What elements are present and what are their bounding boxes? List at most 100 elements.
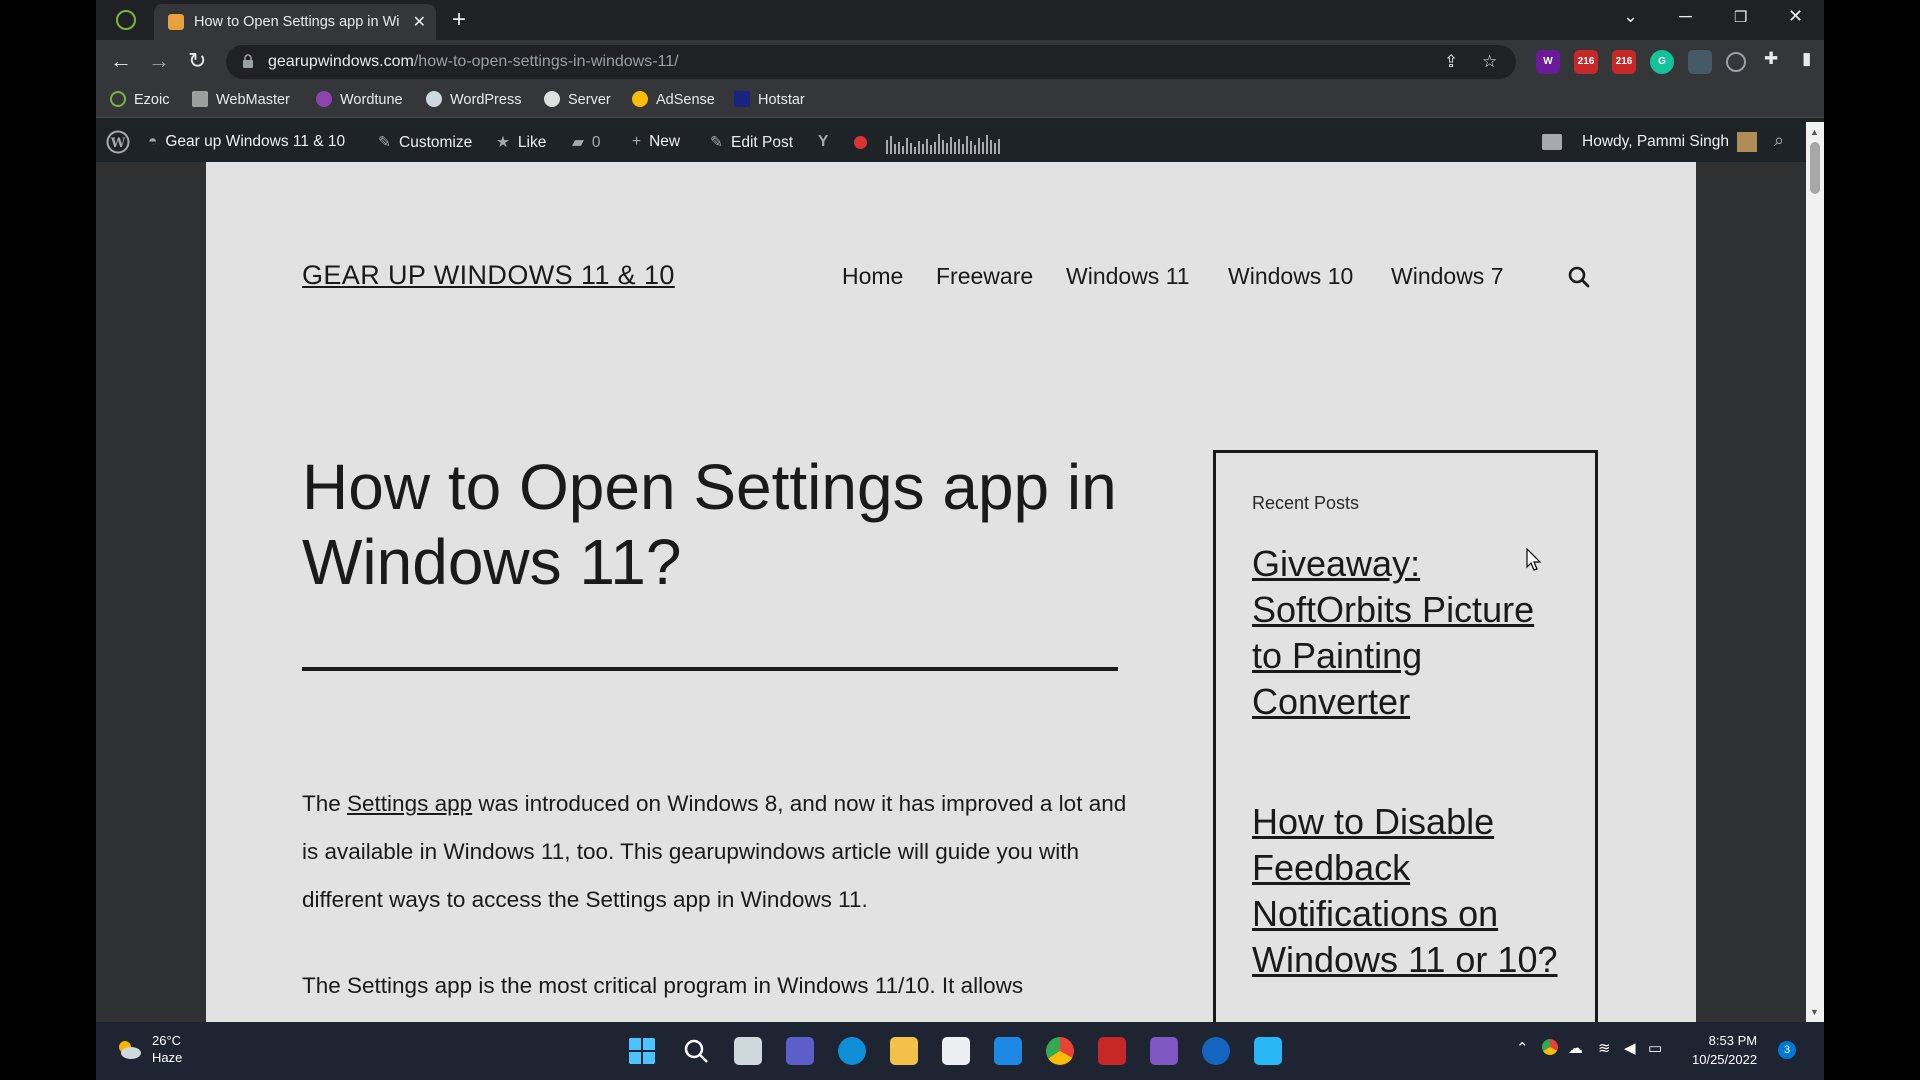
browser-toolbar: ← → ↻ gearupwindows.com/how-to-open-sett… — [96, 40, 1824, 84]
close-window-button[interactable]: ✕ — [1788, 6, 1803, 27]
chrome-icon[interactable] — [1046, 1037, 1074, 1065]
notification-icon[interactable] — [1542, 134, 1562, 150]
wp-edit-post[interactable]: ✎ Edit Post — [710, 133, 793, 152]
wp-edit-label: Edit Post — [731, 134, 794, 151]
bookmark-ezoic[interactable]: Ezoic — [110, 91, 169, 108]
notification-badge[interactable]: 3 — [1778, 1041, 1796, 1059]
ext-badge-1[interactable]: 216 — [1574, 50, 1598, 74]
server-icon — [544, 91, 560, 107]
bookmark-wordtune[interactable]: Wordtune — [316, 91, 403, 108]
windows-start-icon[interactable] — [628, 1037, 656, 1065]
star-icon: ★ — [496, 134, 510, 151]
bookmark-webmaster[interactable]: WebMaster — [192, 91, 290, 108]
url-text: gearupwindows.com/how-to-open-settings-i… — [268, 53, 679, 71]
address-bar[interactable]: gearupwindows.com/how-to-open-settings-i… — [226, 45, 1516, 79]
seo-status-dot — [854, 136, 867, 149]
user-avatar[interactable] — [1737, 132, 1757, 152]
stats-sparkline-icon[interactable] — [886, 130, 1002, 154]
scrollbar-thumb[interactable] — [1810, 142, 1820, 194]
tab-title: How to Open Settings app in Wi — [194, 14, 400, 30]
bookmark-label: Hotstar — [758, 92, 805, 108]
wp-howdy-label: Howdy, Pammi Singh — [1582, 133, 1730, 150]
clock-date: 10/25/2022 — [1692, 1052, 1758, 1067]
clock[interactable]: 8:53 PM 10/25/2022 — [1692, 1031, 1757, 1069]
search-icon[interactable] — [682, 1037, 710, 1065]
bookmarks-bar: Ezoic WebMaster Wordtune WordPress Serve… — [96, 84, 1824, 118]
forward-icon[interactable]: → — [148, 48, 170, 74]
wordtune-ext-icon[interactable]: W — [1536, 50, 1560, 74]
new-tab-button[interactable]: + — [452, 6, 466, 34]
wifi-icon[interactable]: ≋ — [1598, 1039, 1611, 1057]
scroll-down-icon[interactable]: ▼ — [1810, 1007, 1819, 1017]
task-view-icon[interactable] — [734, 1037, 762, 1065]
url-path: /how-to-open-settings-in-windows-11/ — [413, 53, 679, 70]
side-panel-icon[interactable]: ▮ — [1802, 49, 1811, 69]
search-icon[interactable]: ⌕ — [1774, 130, 1784, 151]
clipchamp-icon[interactable] — [1150, 1037, 1178, 1065]
mail-icon[interactable] — [994, 1037, 1022, 1065]
wordpress-icon — [426, 91, 442, 107]
bookmark-server[interactable]: Server — [544, 91, 611, 108]
app-icon[interactable] — [1202, 1037, 1230, 1065]
volume-icon[interactable]: ◀ — [1624, 1039, 1636, 1057]
wp-site-label: Gear up Windows 11 & 10 — [165, 133, 346, 150]
app-window-icon[interactable] — [1254, 1037, 1282, 1065]
search-icon[interactable] — [1568, 266, 1590, 288]
nav-freeware[interactable]: Freeware — [936, 263, 1033, 290]
wp-howdy[interactable]: Howdy, Pammi Singh — [1582, 133, 1729, 151]
nav-windows-11[interactable]: Windows 11 — [1066, 263, 1190, 290]
wp-site-name[interactable]: ◓ Gear up Windows 11 & 10 — [148, 133, 345, 151]
wp-comments[interactable]: ▰ 0 — [572, 133, 601, 152]
ezoic-icon[interactable] — [116, 10, 136, 30]
wp-admin-bar: W ◓ Gear up Windows 11 & 10 ✎ Customize ★ L… — [96, 122, 1806, 162]
settings-app-link[interactable]: Settings app — [347, 791, 472, 816]
tab-search-icon[interactable]: ⌄ — [1623, 6, 1638, 27]
teams-icon[interactable] — [786, 1037, 814, 1065]
windows-taskbar: 26°C Haze ⌃ ☁ ≋ ◀ ▭ 8:53 PM 10/25/2022 3 — [96, 1022, 1824, 1080]
nav-windows-10[interactable]: Windows 10 — [1228, 263, 1353, 290]
browser-tab[interactable]: How to Open Settings app in Wi ✕ — [154, 4, 436, 40]
wordpress-logo-icon[interactable]: W — [106, 130, 130, 159]
huawei-icon[interactable] — [1098, 1037, 1126, 1065]
onedrive-icon[interactable]: ☁ — [1568, 1039, 1583, 1057]
page-viewport: GEAR UP WINDOWS 11 & 10 Home Freeware Wi… — [96, 162, 1806, 1022]
recent-post-link[interactable]: Giveaway: SoftOrbits Picture to Painting… — [1252, 541, 1572, 725]
store-icon[interactable] — [942, 1037, 970, 1065]
file-explorer-icon[interactable] — [890, 1037, 918, 1065]
restore-button[interactable]: ❐ — [1734, 8, 1747, 26]
yoast-icon[interactable]: Y — [818, 133, 828, 151]
star-icon[interactable]: ☆ — [1482, 52, 1497, 72]
share-icon[interactable]: ⇪ — [1444, 52, 1458, 72]
page-scrollbar[interactable]: ▲ ▼ — [1806, 122, 1824, 1022]
wp-like[interactable]: ★ Like — [496, 133, 546, 152]
bookmark-label: Server — [568, 92, 611, 108]
battery-icon[interactable]: ▭ — [1648, 1039, 1662, 1057]
bookmark-hotstar[interactable]: Hotstar — [734, 91, 805, 108]
wp-new-label: New — [649, 133, 681, 150]
back-icon[interactable]: ← — [110, 48, 132, 74]
svg-text:W: W — [110, 136, 126, 151]
bookmark-adsense[interactable]: AdSense — [632, 91, 715, 108]
minimize-button[interactable]: ─ — [1679, 6, 1692, 27]
bookmark-wordpress[interactable]: WordPress — [426, 91, 521, 108]
title-divider — [302, 667, 1118, 671]
close-tab-icon[interactable]: ✕ — [413, 12, 426, 32]
reload-icon[interactable]: ↻ — [188, 48, 206, 74]
edge-icon[interactable] — [838, 1037, 866, 1065]
scroll-up-icon[interactable]: ▲ — [1810, 127, 1819, 137]
wp-customize[interactable]: ✎ Customize — [378, 133, 472, 152]
grammarly-icon[interactable]: G — [1650, 50, 1674, 74]
puzzle-icon[interactable]: ✚ — [1764, 49, 1778, 69]
mouse-cursor-icon — [1526, 548, 1542, 571]
wp-new[interactable]: + New — [632, 133, 680, 151]
recent-post-link[interactable]: How to Disable Feedback Notifications on… — [1252, 799, 1572, 983]
nav-windows-7[interactable]: Windows 7 — [1391, 263, 1503, 290]
site-title[interactable]: GEAR UP WINDOWS 11 & 10 — [302, 260, 675, 291]
ezoic-ext-icon[interactable] — [1726, 52, 1746, 72]
chrome-tray-icon[interactable] — [1542, 1039, 1558, 1055]
ext-badge-2[interactable]: 216 — [1612, 50, 1636, 74]
wordtune-icon — [316, 91, 332, 107]
nav-home[interactable]: Home — [842, 263, 903, 290]
extension-icon[interactable] — [1688, 50, 1712, 74]
chevron-up-icon[interactable]: ⌃ — [1516, 1039, 1529, 1057]
